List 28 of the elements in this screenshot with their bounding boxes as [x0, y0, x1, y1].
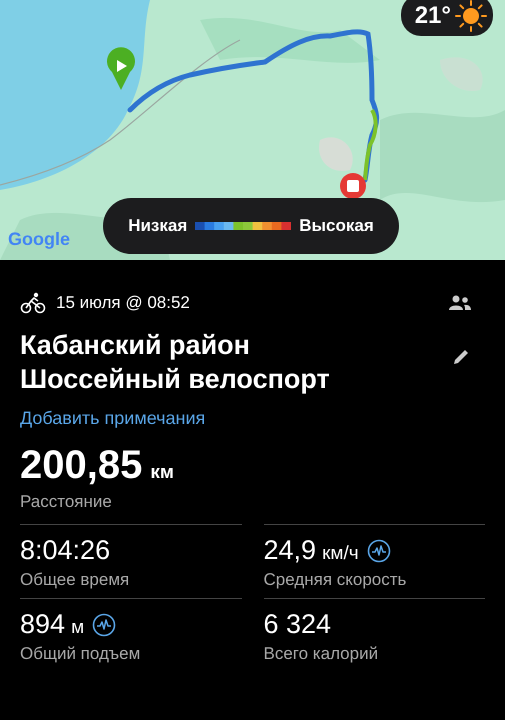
stat-unit: м: [71, 617, 84, 639]
stat-label: Общий подъем: [20, 644, 142, 664]
pulse-chart-icon[interactable]: [366, 538, 391, 562]
pulse-chart-icon[interactable]: [92, 612, 116, 636]
activity-title: Шоссейный велоспорт: [20, 363, 331, 396]
activity-title: Кабанский район: [20, 329, 251, 362]
pencil-icon[interactable]: [451, 347, 471, 367]
stat-label: Средняя скорость: [264, 570, 408, 590]
legend-low-label: Низкая: [128, 216, 188, 236]
stat-value: 8:04:26: [20, 535, 110, 566]
add-notes-link[interactable]: Добавить примечания: [20, 408, 206, 429]
stat-label: Всего калорий: [264, 644, 380, 664]
sun-icon: [455, 0, 487, 32]
activity-date: 15 июля @ 08:52: [56, 293, 191, 313]
stat-value: 894: [20, 609, 66, 640]
people-icon[interactable]: [449, 295, 471, 311]
legend-high-label: Высокая: [299, 216, 374, 236]
temperature: 21°: [414, 2, 451, 30]
bicycle-icon: [20, 292, 46, 314]
distance-value: 200,85: [20, 443, 142, 488]
distance-label: Расстояние: [20, 492, 113, 512]
stat-value: 6 324: [264, 609, 332, 640]
color-scale-icon: [195, 222, 292, 230]
stat-value: 24,9: [264, 535, 316, 566]
stat-unit: км/ч: [322, 543, 359, 565]
map-attribution: Google: [8, 229, 70, 250]
stat-label: Общее время: [20, 570, 130, 590]
distance-unit: км: [150, 462, 174, 484]
